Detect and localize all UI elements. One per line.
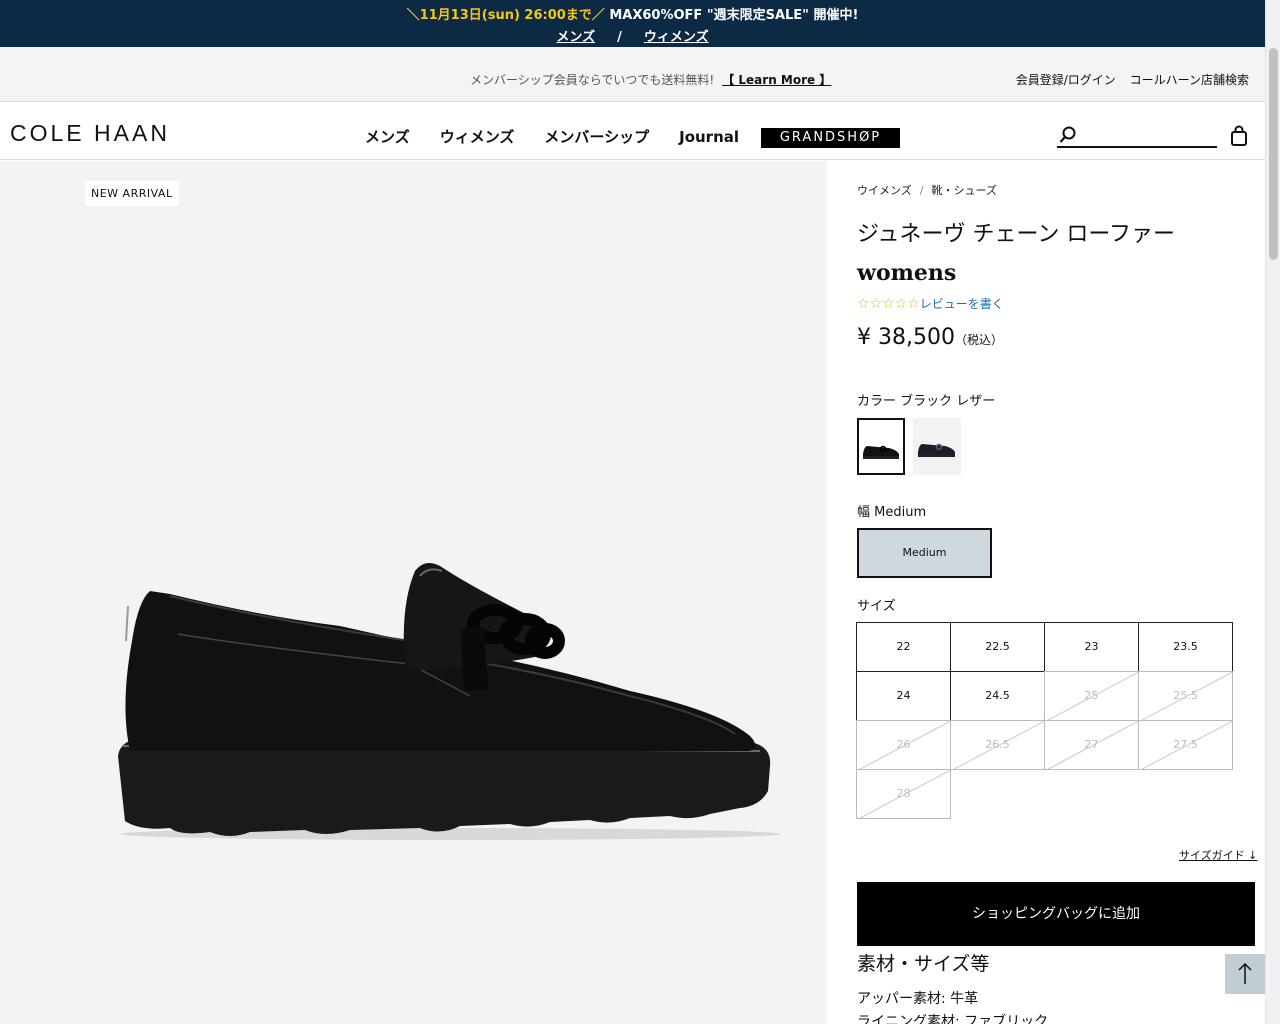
login-link[interactable]: 会員登録/ログイン [1016, 73, 1116, 87]
materials-heading: 素材・サイズ等 [857, 953, 990, 975]
size-option-28[interactable]: 28 [856, 769, 951, 819]
product-gallery[interactable]: NEW ARRIVAL [0, 161, 827, 1024]
add-to-bag-button[interactable]: ショッピングバッグに追加 [857, 882, 1255, 946]
breadcrumb-shoes[interactable]: 靴・シューズ [932, 184, 997, 197]
size-option-22-5[interactable]: 22.5 [950, 622, 1045, 672]
new-arrival-badge: NEW ARRIVAL [85, 181, 179, 206]
promo-line: ＼11月13日(sun) 26:00まで／ MAX60%OFF "週末限定SAL… [0, 4, 1265, 23]
back-to-top-button[interactable] [1225, 954, 1265, 994]
promo-link-mens[interactable]: メンズ [556, 30, 595, 45]
size-option-25-5[interactable]: 25.5 [1138, 671, 1233, 721]
size-option-23-5[interactable]: 23.5 [1138, 622, 1233, 672]
promo-text: MAX60%OFF "週末限定SALE" 開催中! [604, 8, 859, 23]
width-label: 幅 Medium [857, 505, 927, 520]
size-option-25[interactable]: 25 [1044, 671, 1139, 721]
bag-icon [1231, 125, 1247, 146]
grandshop-button[interactable]: GRANDSHØP [761, 128, 900, 148]
color-swatch-black-leather[interactable] [857, 418, 905, 475]
size-option-27-5[interactable]: 27.5 [1138, 720, 1233, 770]
learn-more-link[interactable]: 【 Learn More 】 [722, 73, 831, 87]
size-option-24-5[interactable]: 24.5 [950, 671, 1045, 721]
size-option-23[interactable]: 23 [1044, 622, 1139, 672]
brand-logo[interactable]: COLE HAAN [10, 120, 170, 147]
shopping-bag-button[interactable] [1230, 125, 1248, 151]
breadcrumb: ウイメンズ / 靴・シューズ [857, 182, 997, 198]
shipping-text: メンバーシップ会員ならでいつでも送料無料! [470, 73, 715, 87]
nav-item-journal[interactable]: Journal [679, 128, 739, 146]
search-input[interactable] [1057, 124, 1217, 148]
promo-separator: / [617, 30, 622, 45]
arrow-up-icon [1238, 962, 1252, 984]
product-panel: ウイメンズ / 靴・シューズ ジュネーヴ チェーン ローファー womens ☆☆☆… [828, 161, 1265, 1024]
size-guide-link[interactable]: サイズガイド ↓ [1179, 847, 1257, 863]
product-title-en: womens [857, 260, 957, 286]
size-option-22[interactable]: 22 [856, 622, 951, 672]
price-tax-note: （税込） [954, 333, 1003, 347]
promo-date: ＼11月13日(sun) 26:00まで／ [406, 8, 605, 23]
breadcrumb-womens[interactable]: ウイメンズ [857, 184, 912, 197]
color-label: カラー ブラック レザー [857, 394, 996, 409]
shoe-thumbnail-icon [918, 443, 955, 457]
scrollbar-thumb[interactable] [1269, 48, 1278, 260]
product-title: ジュネーヴ チェーン ローファー womens [857, 216, 1175, 292]
price-value: ¥ 38,500 [857, 325, 955, 350]
breadcrumb-separator: / [919, 184, 924, 197]
search-icon [1059, 126, 1076, 143]
size-option-24[interactable]: 24 [856, 671, 951, 721]
promo-banner: ＼11月13日(sun) 26:00まで／ MAX60%OFF "週末限定SAL… [0, 0, 1265, 47]
utility-bar: メンバーシップ会員ならでいつでも送料無料! 【 Learn More 】 会員登録… [0, 47, 1265, 102]
size-option-26-5[interactable]: 26.5 [950, 720, 1045, 770]
color-swatch-alt[interactable] [913, 418, 961, 475]
nav-item-mens[interactable]: メンズ [365, 128, 410, 146]
rating-stars-icon: ☆☆☆☆☆ [857, 296, 920, 312]
width-option-medium[interactable]: Medium [857, 528, 992, 578]
product-image [118, 562, 780, 840]
material-upper: アッパー素材: 牛革 [857, 991, 979, 1007]
material-lining: ライニング素材: ファブリック [857, 1014, 1049, 1024]
store-search-link[interactable]: コールハーン店舗検索 [1130, 73, 1249, 87]
price: ¥ 38,500（税込） [857, 325, 1003, 350]
shoe-thumbnail-icon [863, 445, 899, 459]
size-option-27[interactable]: 27 [1044, 720, 1139, 770]
product-title-jp: ジュネーヴ チェーン ローファー [857, 222, 1176, 247]
rating: ☆☆☆☆☆レビューを書く [857, 295, 1004, 312]
page-scrollbar[interactable] [1265, 0, 1280, 1024]
nav-item-membership[interactable]: メンバーシップ [544, 128, 649, 146]
size-label: サイズ [857, 599, 896, 614]
write-review-link[interactable]: レビューを書く [920, 297, 1004, 311]
nav-item-womens[interactable]: ウィメンズ [440, 128, 515, 146]
main-nav: メンズ ウィメンズ メンバーシップ Journal [365, 126, 769, 147]
main-header: COLE HAAN メンズ ウィメンズ メンバーシップ Journal GRANDSH… [0, 102, 1265, 160]
size-option-26[interactable]: 26 [856, 720, 951, 770]
promo-link-womens[interactable]: ウィメンズ [644, 30, 709, 45]
shipping-message: メンバーシップ会員ならでいつでも送料無料! 【 Learn More 】 [470, 71, 831, 88]
